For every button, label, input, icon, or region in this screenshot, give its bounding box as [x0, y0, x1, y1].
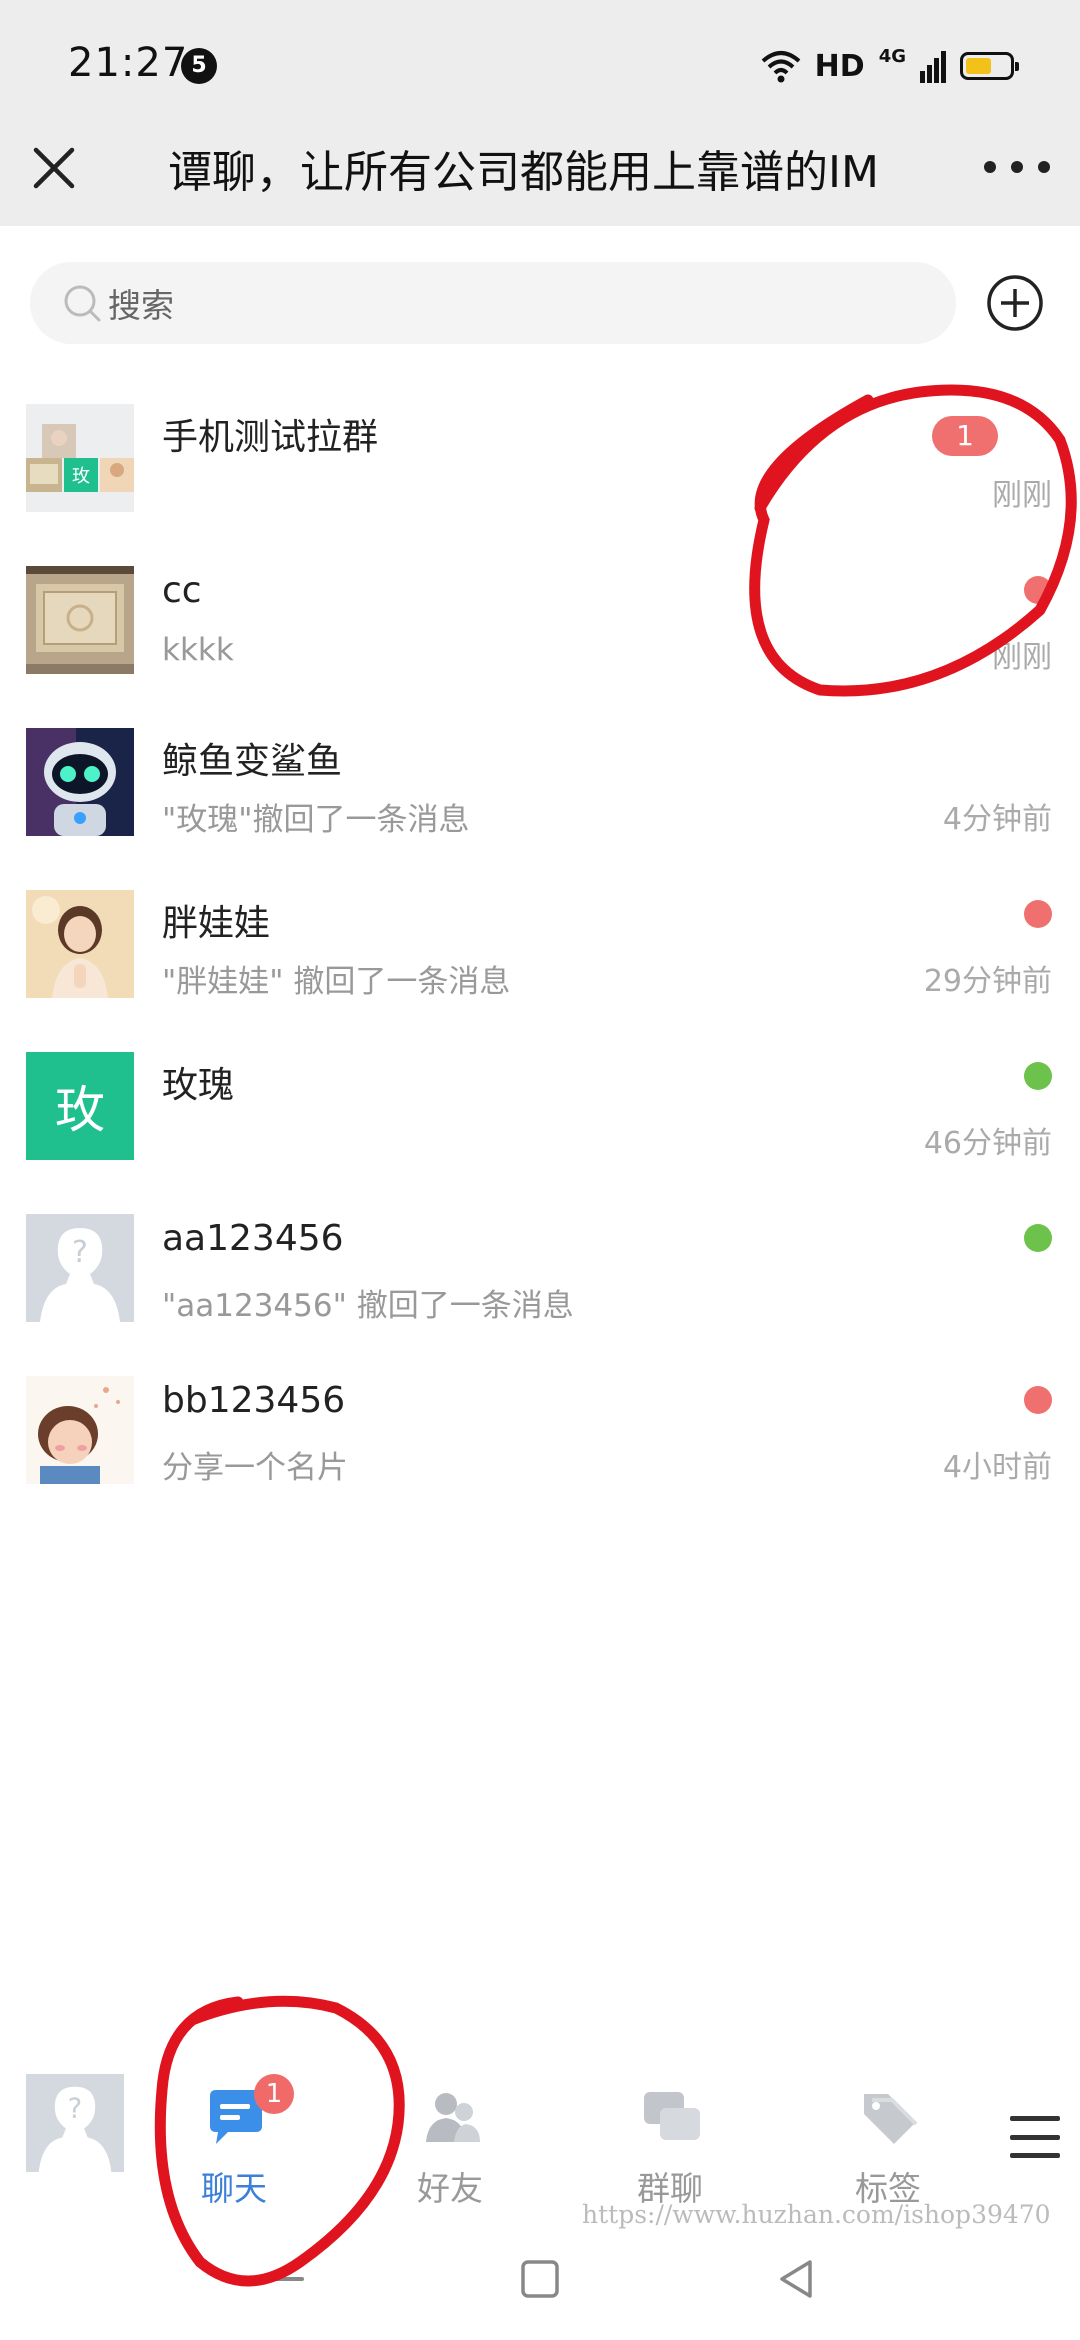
- chat-item[interactable]: cc kkkk 刚刚: [0, 566, 1080, 728]
- plus-circle-icon[interactable]: [986, 274, 1044, 332]
- chat-time: 4小时前: [942, 1450, 1052, 1485]
- system-home-icon[interactable]: [515, 2254, 565, 2304]
- letter-avatar: 玫: [26, 1052, 134, 1160]
- chat-item[interactable]: 玫 玫瑰 46分钟前: [0, 1052, 1080, 1214]
- chat-item[interactable]: 玫 手机测试拉群 1 刚刚: [0, 404, 1080, 566]
- status-dot: [1024, 1224, 1052, 1252]
- chat-time: 46分钟前: [923, 1126, 1052, 1161]
- chat-time: 刚刚: [992, 478, 1052, 513]
- search-input[interactable]: 搜索: [30, 262, 956, 344]
- girl-avatar: [26, 890, 134, 998]
- hamburger-menu-icon[interactable]: [1010, 2116, 1060, 2158]
- tab-badge: 1: [254, 2074, 294, 2114]
- status-bar: 21:27 5 HD 4G: [0, 0, 1080, 132]
- robot-avatar: [26, 728, 134, 836]
- chat-preview: kkkk: [162, 632, 234, 668]
- chat-item[interactable]: bb123456 分享一个名片 4小时前: [0, 1376, 1080, 1538]
- search-row: 搜索: [0, 226, 1080, 356]
- chat-list: 玫 手机测试拉群 1 刚刚 cc kkkk 刚刚 鲸鱼变鲨鱼 "玫瑰"撤回了一条…: [0, 404, 1080, 1538]
- my-avatar[interactable]: ?: [26, 2074, 124, 2172]
- chat-name: aa123456: [162, 1218, 344, 1259]
- title-bar: 谭聊，让所有公司都能用上靠谱的IM: [0, 132, 1080, 226]
- chat-name: 手机测试拉群: [162, 417, 379, 458]
- hd-indicator: HD: [814, 48, 865, 84]
- status-icons: HD 4G: [761, 44, 1019, 88]
- signal-icon: [920, 51, 946, 83]
- chat-name: 鲸鱼变鲨鱼: [162, 741, 343, 782]
- status-dot: [1024, 1062, 1052, 1090]
- tab-label: 好友: [417, 2169, 483, 2208]
- svg-text:玫: 玫: [72, 466, 90, 487]
- group-avatar: 玫: [26, 404, 134, 512]
- tab-tags[interactable]: 标签: [818, 2074, 958, 2214]
- chat-preview: "胖娃娃" 撤回了一条消息: [162, 964, 511, 1000]
- tab-group-chat[interactable]: 群聊: [600, 2074, 740, 2214]
- chat-item[interactable]: 胖娃娃 "胖娃娃" 撤回了一条消息 29分钟前: [0, 890, 1080, 1052]
- status-dot: [1024, 900, 1052, 928]
- status-time: 21:27: [68, 40, 189, 86]
- system-back-icon[interactable]: [772, 2254, 822, 2304]
- chat-preview: 分享一个名片: [162, 1450, 348, 1486]
- top-bar: 21:27 5 HD 4G 谭聊，让所有公司都能用上靠谱的IM: [0, 0, 1080, 226]
- notification-count-badge: 5: [181, 48, 217, 84]
- search-icon: [64, 285, 101, 322]
- chat-name: 胖娃娃: [162, 903, 271, 944]
- status-dot: [1024, 576, 1052, 604]
- battery-icon: [960, 52, 1019, 80]
- unread-badge: 1: [932, 416, 998, 456]
- search-placeholder: 搜索: [108, 286, 174, 325]
- chat-preview: "aa123456" 撤回了一条消息: [162, 1288, 574, 1324]
- tab-chat[interactable]: 1 聊天: [164, 2074, 304, 2214]
- chat-time: 29分钟前: [923, 964, 1052, 999]
- svg-text:?: ?: [72, 1235, 88, 1270]
- status-dot: [1024, 1386, 1052, 1414]
- chat-name: 玫瑰: [162, 1065, 235, 1106]
- avatar-letter: 玫: [55, 1081, 105, 1139]
- system-nav-bar: [0, 2216, 1080, 2340]
- friends-icon: [426, 2093, 480, 2142]
- chat-item[interactable]: ? aa123456 "aa123456" 撤回了一条消息: [0, 1214, 1080, 1376]
- chat-item[interactable]: 鲸鱼变鲨鱼 "玫瑰"撤回了一条消息 4分钟前: [0, 728, 1080, 890]
- default-user-avatar: ?: [26, 1214, 134, 1322]
- building-avatar: [26, 566, 134, 674]
- group-chat-icon: [644, 2092, 700, 2140]
- tab-label: 聊天: [201, 2169, 267, 2208]
- wifi-icon: [761, 51, 800, 83]
- cell-type-indicator: 4G: [878, 45, 906, 67]
- child-avatar: [26, 1376, 134, 1484]
- system-menu-icon[interactable]: [258, 2254, 308, 2304]
- chat-preview: "玫瑰"撤回了一条消息: [162, 802, 470, 838]
- more-dots-icon[interactable]: [984, 142, 1050, 192]
- chat-name: cc: [162, 570, 202, 611]
- tab-friends[interactable]: 好友: [380, 2074, 520, 2214]
- close-icon[interactable]: [26, 140, 82, 196]
- tag-icon: [864, 2094, 918, 2144]
- page-title: 谭聊，让所有公司都能用上靠谱的IM: [168, 147, 879, 198]
- svg-text:?: ?: [68, 2094, 82, 2125]
- bottom-nav: ? 1 聊天 好友 群聊 标签: [0, 2066, 1080, 2216]
- chat-name: bb123456: [162, 1380, 346, 1421]
- chat-time: 4分钟前: [942, 802, 1052, 837]
- chat-time: 刚刚: [992, 640, 1052, 675]
